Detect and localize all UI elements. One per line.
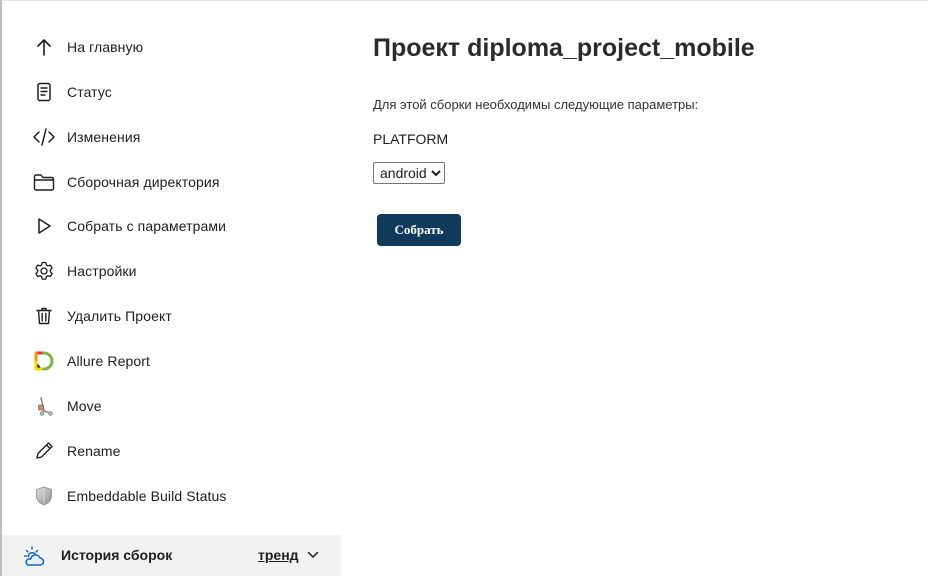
sidebar-item-build-with-params[interactable]: Собрать с параметрами — [32, 211, 226, 241]
sidebar-item-home[interactable]: На главную — [32, 32, 143, 62]
sidebar-item-label: Удалить Проект — [67, 308, 172, 324]
code-icon — [32, 125, 56, 149]
sidebar-item-label: Сборочная директория — [67, 174, 220, 190]
sidebar-item-label: Rename — [67, 443, 121, 459]
sidebar: На главную Статус Изменения Сборочная ди… — [2, 0, 341, 576]
sidebar-item-allure-report[interactable]: Allure Report — [32, 346, 150, 376]
sidebar-item-label: На главную — [67, 39, 144, 55]
sidebar-item-label: Embeddable Build Status — [67, 488, 227, 504]
sidebar-item-delete-project[interactable]: Удалить Проект — [32, 301, 172, 331]
pencil-icon — [32, 439, 56, 463]
sidebar-item-label: Статус — [67, 84, 112, 100]
sidebar-item-changes[interactable]: Изменения — [32, 122, 140, 152]
sidebar-item-workspace[interactable]: Сборочная директория — [32, 167, 220, 197]
platform-select[interactable]: android — [373, 162, 445, 184]
chevron-down-icon[interactable] — [306, 548, 320, 567]
build-history-panel[interactable]: История сборок тренд — [2, 535, 341, 576]
trend-link[interactable]: тренд — [258, 547, 299, 563]
sidebar-item-rename[interactable]: Rename — [32, 436, 121, 466]
sidebar-item-label: Изменения — [67, 129, 141, 145]
sidebar-item-label: Move — [67, 398, 102, 414]
parameters-description: Для этой сборки необходимы следующие пар… — [373, 97, 699, 112]
sidebar-item-move[interactable]: Move — [32, 391, 102, 421]
sidebar-item-label: Allure Report — [67, 353, 151, 369]
sidebar-item-status[interactable]: Статус — [32, 77, 112, 107]
build-history-title: История сборок — [61, 547, 173, 563]
folder-icon — [32, 170, 56, 194]
weather-cloud-sun-icon — [22, 544, 46, 573]
trash-icon — [32, 304, 56, 328]
page-title: Проект diploma_project_mobile — [373, 34, 755, 62]
document-icon — [32, 80, 56, 104]
gear-icon — [32, 259, 56, 283]
shield-icon — [32, 484, 56, 508]
sidebar-item-label: Настройки — [67, 263, 137, 279]
play-icon — [32, 214, 56, 238]
sidebar-item-embeddable-build-status[interactable]: Embeddable Build Status — [32, 481, 227, 511]
move-icon — [32, 394, 56, 418]
sidebar-item-label: Собрать с параметрами — [67, 218, 227, 234]
parameter-name-label: PLATFORM — [373, 131, 449, 147]
sidebar-item-settings[interactable]: Настройки — [32, 256, 137, 286]
arrow-up-icon — [32, 35, 56, 59]
build-button[interactable]: Собрать — [377, 214, 461, 246]
allure-icon — [32, 349, 56, 373]
